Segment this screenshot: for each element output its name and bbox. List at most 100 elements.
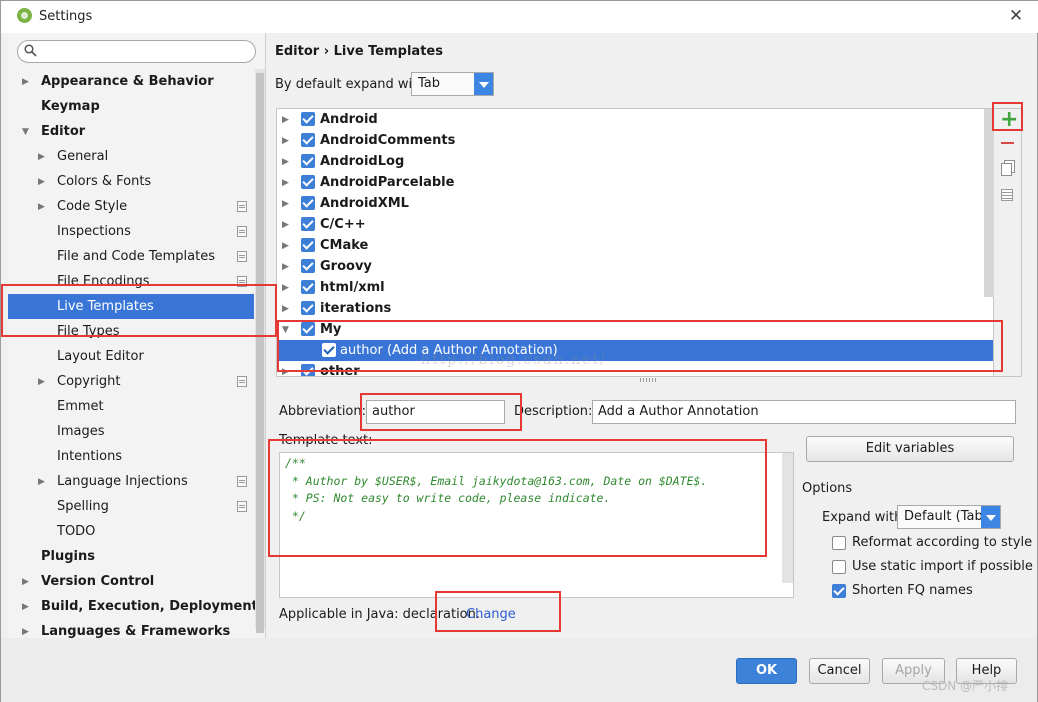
chevron-right-icon[interactable]: ▶ [282,241,289,251]
chevron-right-icon[interactable]: ▶ [22,77,32,87]
edit-variables-button[interactable]: Edit variables [806,436,1014,462]
options-label: Options [802,481,853,496]
project-settings-icon [237,376,247,387]
chevron-right-icon[interactable]: ▶ [282,304,289,314]
template-checkbox[interactable] [301,112,315,126]
template-group[interactable]: ▶ Groovy [277,256,993,277]
sidebar-item[interactable]: Emmet [8,394,254,419]
template-group[interactable]: ▶ iterations [277,298,993,319]
description-input[interactable]: Add a Author Annotation [592,400,1016,424]
chevron-right-icon[interactable]: ▶ [282,262,289,272]
sidebar-item-label: Version Control [41,574,155,589]
sidebar-item[interactable]: Layout Editor [8,344,254,369]
template-group[interactable]: ▶ AndroidXML [277,193,993,214]
project-settings-icon [237,226,247,237]
template-checkbox[interactable] [301,154,315,168]
sidebar-item-label: Intentions [57,449,123,464]
remove-icon[interactable] [1001,142,1014,144]
template-group[interactable]: ▶ AndroidLog [277,151,993,172]
sidebar-item[interactable]: TODO [8,519,254,544]
template-checkbox[interactable] [301,196,315,210]
chevron-right-icon[interactable]: ▶ [282,136,289,146]
sidebar-item[interactable]: ▼ Editor [8,119,254,144]
template-group[interactable]: ▶ CMake [277,235,993,256]
template-group[interactable]: ▶ AndroidComments [277,130,993,151]
annotation-box-my-group [277,320,1003,372]
template-label: Groovy [320,259,372,274]
cancel-button[interactable]: Cancel [809,658,870,684]
sidebar-item[interactable]: ▶ Colors & Fonts [8,169,254,194]
expand-with-select[interactable]: Default (Tab) [897,505,1001,529]
sidebar-item[interactable]: Inspections [8,219,254,244]
project-settings-icon [237,476,247,487]
chevron-right-icon[interactable]: ▶ [282,283,289,293]
chevron-right-icon[interactable]: ▶ [22,602,32,612]
sidebar-item[interactable]: Intentions [8,444,254,469]
option-label[interactable]: Shorten FQ names [852,583,973,598]
chevron-right-icon[interactable]: ▶ [22,627,32,637]
template-group[interactable]: ▶ html/xml [277,277,993,298]
sidebar-item[interactable]: File and Code Templates [8,244,254,269]
template-checkbox[interactable] [301,280,315,294]
sidebar-item-label: Images [57,424,105,439]
sidebar-item[interactable]: ▶ Copyright [8,369,254,394]
sidebar-item-label: Editor [41,124,86,139]
chevron-right-icon[interactable]: ▶ [22,577,32,587]
template-group[interactable]: ▶ C/C++ [277,214,993,235]
option-checkbox[interactable] [832,584,846,598]
close-icon[interactable]: ✕ [1005,5,1027,27]
chevron-right-icon[interactable]: ▶ [282,115,289,125]
chevron-right-icon[interactable]: ▶ [38,377,48,387]
chevron-right-icon[interactable]: ▶ [38,477,48,487]
template-group[interactable]: ▶ AndroidParcelable [277,172,993,193]
chevron-right-icon[interactable]: ▶ [38,202,48,212]
chevron-down-icon[interactable]: ▼ [22,127,32,137]
chevron-right-icon[interactable]: ▶ [282,220,289,230]
template-checkbox[interactable] [301,238,315,252]
sidebar-item-label: Appearance & Behavior [41,74,214,89]
sidebar-item-label: Copyright [57,374,121,389]
sidebar-item[interactable]: ▶ Code Style [8,194,254,219]
expand-select[interactable]: Tab [411,72,494,96]
chevron-right-icon[interactable]: ▶ [38,177,48,187]
option-label[interactable]: Use static import if possible [852,559,1033,574]
sidebar-item[interactable]: ▶ Languages & Frameworks [8,619,254,638]
sidebar-item[interactable]: Keymap [8,94,254,119]
template-list-scrollbar[interactable] [984,109,994,297]
template-label: AndroidLog [320,154,405,169]
template-label: AndroidComments [320,133,456,148]
template-checkbox[interactable] [301,217,315,231]
chevron-right-icon[interactable]: ▶ [282,157,289,167]
sidebar-item[interactable]: ▶ Appearance & Behavior [8,69,254,94]
template-checkbox[interactable] [301,259,315,273]
sidebar-scrollbar-thumb[interactable] [256,73,264,633]
template-checkbox[interactable] [301,175,315,189]
annotation-box-change [435,591,561,632]
sidebar-item-label: Code Style [57,199,128,214]
sidebar-item[interactable]: ▶ Language Injections [8,469,254,494]
sidebar-item[interactable]: ▶ Build, Execution, Deployment [8,594,258,619]
option-checkbox[interactable] [832,536,846,550]
copy-icon[interactable] [1001,163,1012,176]
list-icon[interactable] [1001,189,1013,201]
option-label[interactable]: Reformat according to style [852,535,1032,550]
sidebar-item[interactable]: ▶ Version Control [8,569,254,594]
chevron-right-icon[interactable]: ▶ [38,152,48,162]
search-icon [24,44,37,57]
template-checkbox[interactable] [301,133,315,147]
sidebar-item[interactable]: Spelling [8,494,254,519]
option-checkbox[interactable] [832,560,846,574]
template-text-scrollbar[interactable] [782,453,793,583]
sidebar-item[interactable]: Images [8,419,254,444]
ok-button[interactable]: OK [736,658,797,684]
template-label: CMake [320,238,369,253]
template-checkbox[interactable] [301,301,315,315]
template-group[interactable]: ▶ Android [277,109,993,130]
sidebar-item[interactable]: ▶ General [8,144,254,169]
sidebar-item[interactable]: Plugins [8,544,254,569]
chevron-right-icon[interactable]: ▶ [282,178,289,188]
chevron-right-icon[interactable]: ▶ [282,199,289,209]
search-input[interactable] [17,40,256,63]
splitter-grip[interactable] [640,378,656,382]
abbreviation-label: Abbreviation: [279,404,367,419]
